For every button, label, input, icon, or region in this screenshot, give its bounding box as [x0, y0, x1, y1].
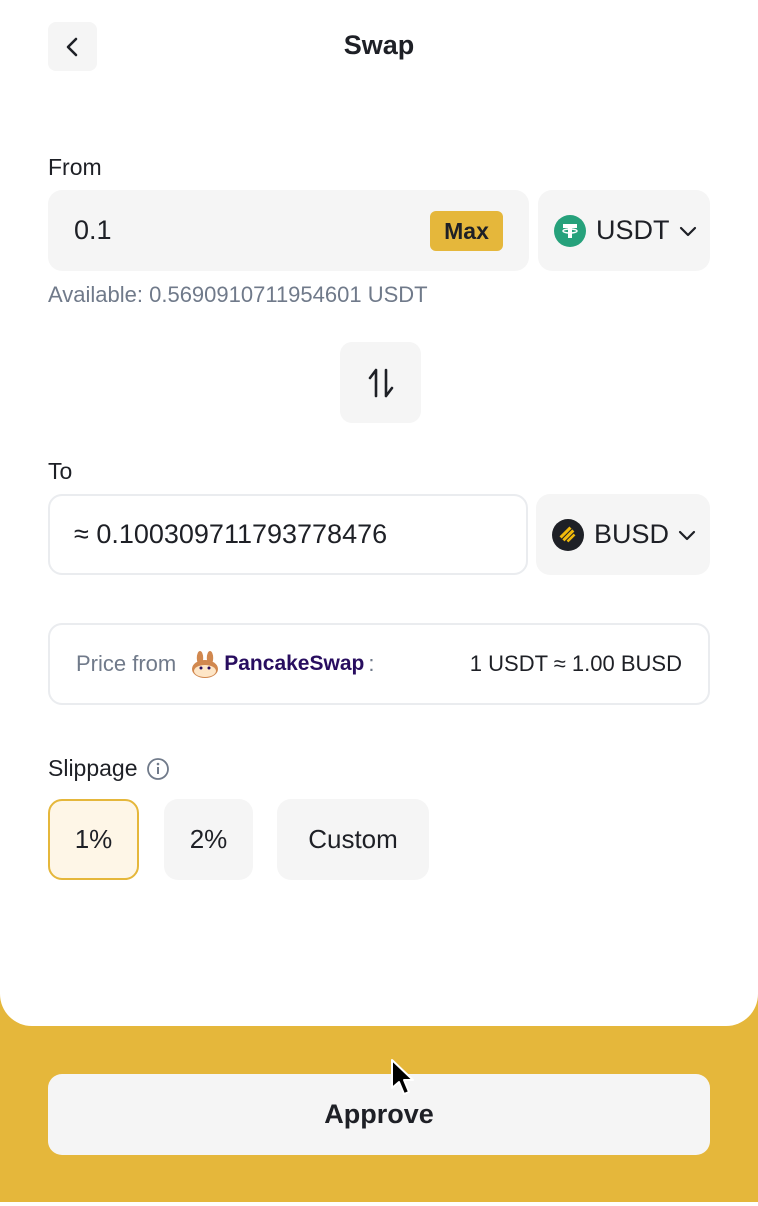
approve-button[interactable]: Approve [48, 1074, 710, 1155]
slippage-header: Slippage [48, 755, 170, 782]
swap-arrows-icon [368, 368, 393, 397]
slippage-option-custom[interactable]: Custom [277, 799, 429, 880]
available-balance: Available: 0.5690910711954601 USDT [48, 282, 428, 307]
chevron-down-icon [679, 226, 696, 236]
slippage-option-2[interactable]: 2% [164, 799, 253, 880]
swap-panel: Swap From Max USDT Available: 0.56909107… [0, 0, 758, 1026]
from-amount-input[interactable] [74, 215, 394, 246]
mouse-cursor-icon [391, 1059, 414, 1095]
busd-icon [552, 518, 584, 551]
chevron-down-icon [678, 530, 696, 540]
to-token-symbol: BUSD [594, 519, 670, 549]
slippage-option-1[interactable]: 1% [48, 799, 139, 880]
tether-icon [554, 214, 586, 247]
exchange-rate: 1 USDT ≈ 1.00 BUSD [469, 651, 682, 676]
bottom-edge [0, 1202, 758, 1206]
price-from-label: Price from [76, 651, 177, 676]
from-token-symbol: USDT [596, 215, 670, 245]
pancakeswap-logo: PancakeSwap [190, 650, 364, 678]
swap-direction-button[interactable] [340, 342, 421, 423]
max-button[interactable]: Max [430, 211, 503, 251]
price-colon: : [368, 651, 375, 676]
page-title: Swap [343, 30, 415, 60]
to-label: To [48, 458, 73, 484]
info-icon[interactable] [146, 757, 170, 781]
slippage-label: Slippage [48, 755, 138, 781]
to-amount-field: ≈ 0.100309711793778476 [48, 494, 528, 575]
pancakeswap-name: PancakeSwap [224, 652, 365, 675]
from-label: From [48, 154, 102, 180]
from-amount-field[interactable]: Max [48, 190, 529, 271]
to-token-select[interactable]: BUSD [536, 494, 710, 575]
price-info: Price from PancakeSwap : 1 USDT ≈ 1.00 B… [48, 623, 710, 705]
from-token-select[interactable]: USDT [538, 190, 710, 271]
pancakeswap-bunny-icon [192, 651, 219, 678]
